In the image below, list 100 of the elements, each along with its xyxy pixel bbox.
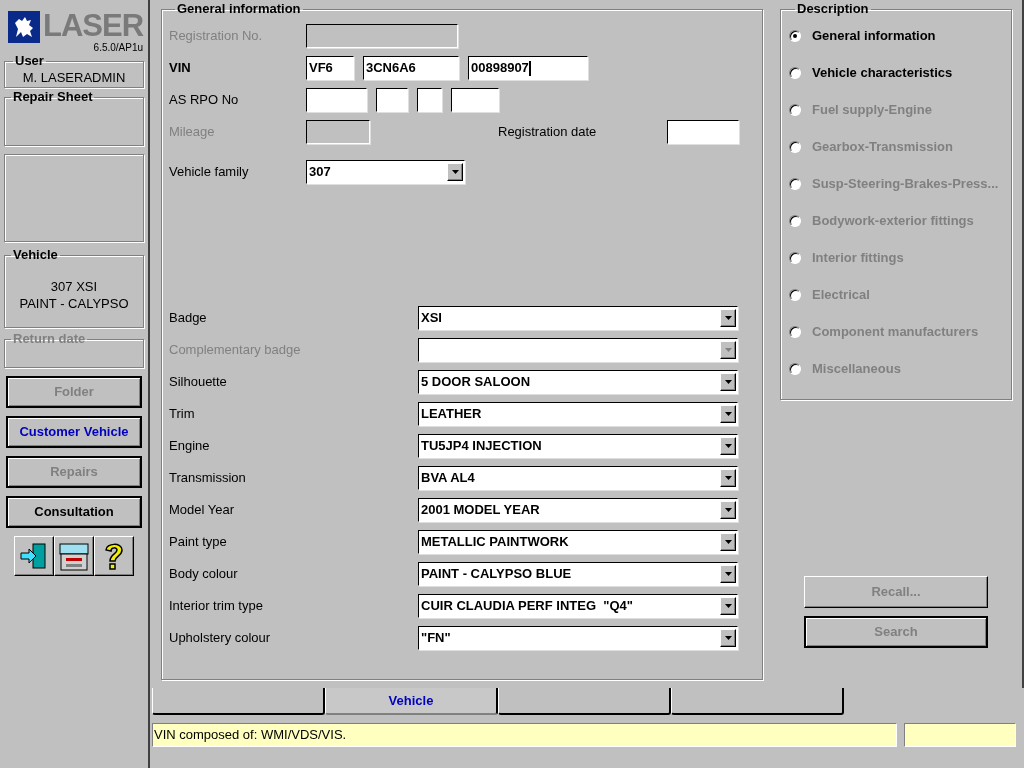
option-label: Interior fittings [812,249,904,268]
nav-button[interactable]: Consultation [6,496,142,528]
dropdown-value: PAINT - CALYPSO BLUE [421,565,572,584]
caret-icon [724,636,732,640]
dropdown-field[interactable]: BVA AL4 [418,466,738,490]
option-label: Miscellaneous [812,360,901,379]
text-field[interactable] [417,88,442,112]
dropdown-arrow-button[interactable] [447,163,463,181]
text-field[interactable]: 3CN6A6 [363,56,459,80]
dropdown-arrow-button[interactable] [720,469,736,487]
field-label: Silhouette [169,373,228,392]
field-label: Vehicle family [169,163,250,182]
dropdown-arrow-button[interactable] [720,629,736,647]
text-field[interactable] [306,88,367,112]
dropdown-arrow-button[interactable] [720,597,736,615]
logo-wordmark: LASER [43,10,144,42]
dropdown-value: BVA AL4 [421,469,475,488]
field-label: Registration No. [169,27,264,46]
field-value: 00898907 [471,59,529,78]
exit-door-button[interactable] [14,536,54,576]
caret-icon [724,604,732,608]
caret-icon [724,316,732,320]
dropdown-field[interactable]: 5 DOOR SALOON [418,370,738,394]
radio-button[interactable] [789,30,801,42]
group-title: Repair Sheet [12,90,94,104]
group-title: General information [176,2,302,16]
field-label: Registration date [498,123,598,142]
option-label: Vehicle characteristics [812,64,953,83]
dropdown-arrow-button[interactable] [720,501,736,519]
dropdown-value: CUIR CLAUDIA PERF INTEG "Q4" [421,597,633,616]
help-button[interactable] [94,536,134,576]
radio-option[interactable]: General information [789,26,1011,46]
field-label: Engine [169,437,211,456]
field-label: Transmission [169,469,247,488]
file-drawer-button[interactable] [54,536,94,576]
caret-icon [724,380,732,384]
field-label: Trim [169,405,196,424]
dropdown-field[interactable]: 307 [306,160,465,184]
dropdown-arrow-button[interactable] [720,373,736,391]
dropdown-field[interactable]: "FN" [418,626,738,650]
dropdown-field[interactable]: 2001 MODEL YEAR [418,498,738,522]
tab[interactable] [671,688,844,715]
caret-icon [724,444,732,448]
dropdown-value: LEATHER [421,405,482,424]
dropdown-value: 5 DOOR SALOON [421,373,531,392]
text-field[interactable] [451,88,499,112]
dropdown-value: METALLIC PAINTWORK [421,533,569,552]
text-field[interactable]: VF6 [306,56,354,80]
caret-icon [724,412,732,416]
dropdown-value: 2001 MODEL YEAR [421,501,540,520]
text-field[interactable] [667,120,739,144]
text-field[interactable] [376,88,408,112]
dropdown-arrow-button[interactable] [720,565,736,583]
radio-option[interactable]: Vehicle characteristics [789,63,1011,83]
dropdown-field[interactable]: PAINT - CALYPSO BLUE [418,562,738,586]
option-label: Gearbox-Transmission [812,138,953,157]
caret-icon [724,348,732,352]
radio-button[interactable] [789,67,801,79]
user-name: M. LASERADMIN [21,69,127,87]
field-label: Badge [169,309,208,328]
exit-door-icon [19,541,49,571]
caret-icon [724,540,732,544]
dropdown-field[interactable]: XSI [418,306,738,330]
option-label: Susp-Steering-Brakes-Press... [812,175,999,194]
dropdown-value: "FN" [421,629,451,648]
field-label: VIN [169,59,192,78]
vehicle-summary-text: PAINT - CALYPSO [18,295,130,312]
option-label: Electrical [812,286,870,305]
tab[interactable] [498,688,671,715]
field-value: VF6 [309,59,333,78]
option-label: General information [812,27,936,46]
dropdown-arrow-button[interactable] [720,533,736,551]
dropdown-arrow-button[interactable] [720,405,736,423]
dropdown-field[interactable]: TU5JP4 INJECTION [418,434,738,458]
version-text: 6.5.0/AP1u [93,43,144,53]
text-field[interactable]: 00898907 [468,56,588,80]
dropdown-field[interactable]: CUIR CLAUDIA PERF INTEG "Q4" [418,594,738,618]
field-label: Body colour [169,565,239,584]
group-title: Description [796,2,870,16]
tab[interactable]: Vehicle [325,688,498,715]
file-drawer-icon [58,540,90,572]
dropdown-arrow-button[interactable] [720,309,736,327]
field-label: Complementary badge [169,341,302,360]
field-label: Model Year [169,501,236,520]
nav-button[interactable]: Customer Vehicle [6,416,142,448]
caret-icon [724,476,732,480]
field-label: Paint type [169,533,228,552]
tab[interactable] [152,688,325,715]
dropdown-arrow-button[interactable] [720,437,736,455]
caret-icon [451,170,459,174]
option-label: Bodywork-exterior fittings [812,212,974,231]
dropdown-field[interactable]: LEATHER [418,402,738,426]
caret-icon [724,508,732,512]
group-title: Vehicle [12,248,59,262]
dropdown-field[interactable]: METALLIC PAINTWORK [418,530,738,554]
group-title: User [14,54,45,68]
field-label: Upholstery colour [169,629,272,648]
dropdown-value: TU5JP4 INJECTION [421,437,542,456]
field-label: Interior trim type [169,597,264,616]
field-label: Mileage [169,123,216,142]
